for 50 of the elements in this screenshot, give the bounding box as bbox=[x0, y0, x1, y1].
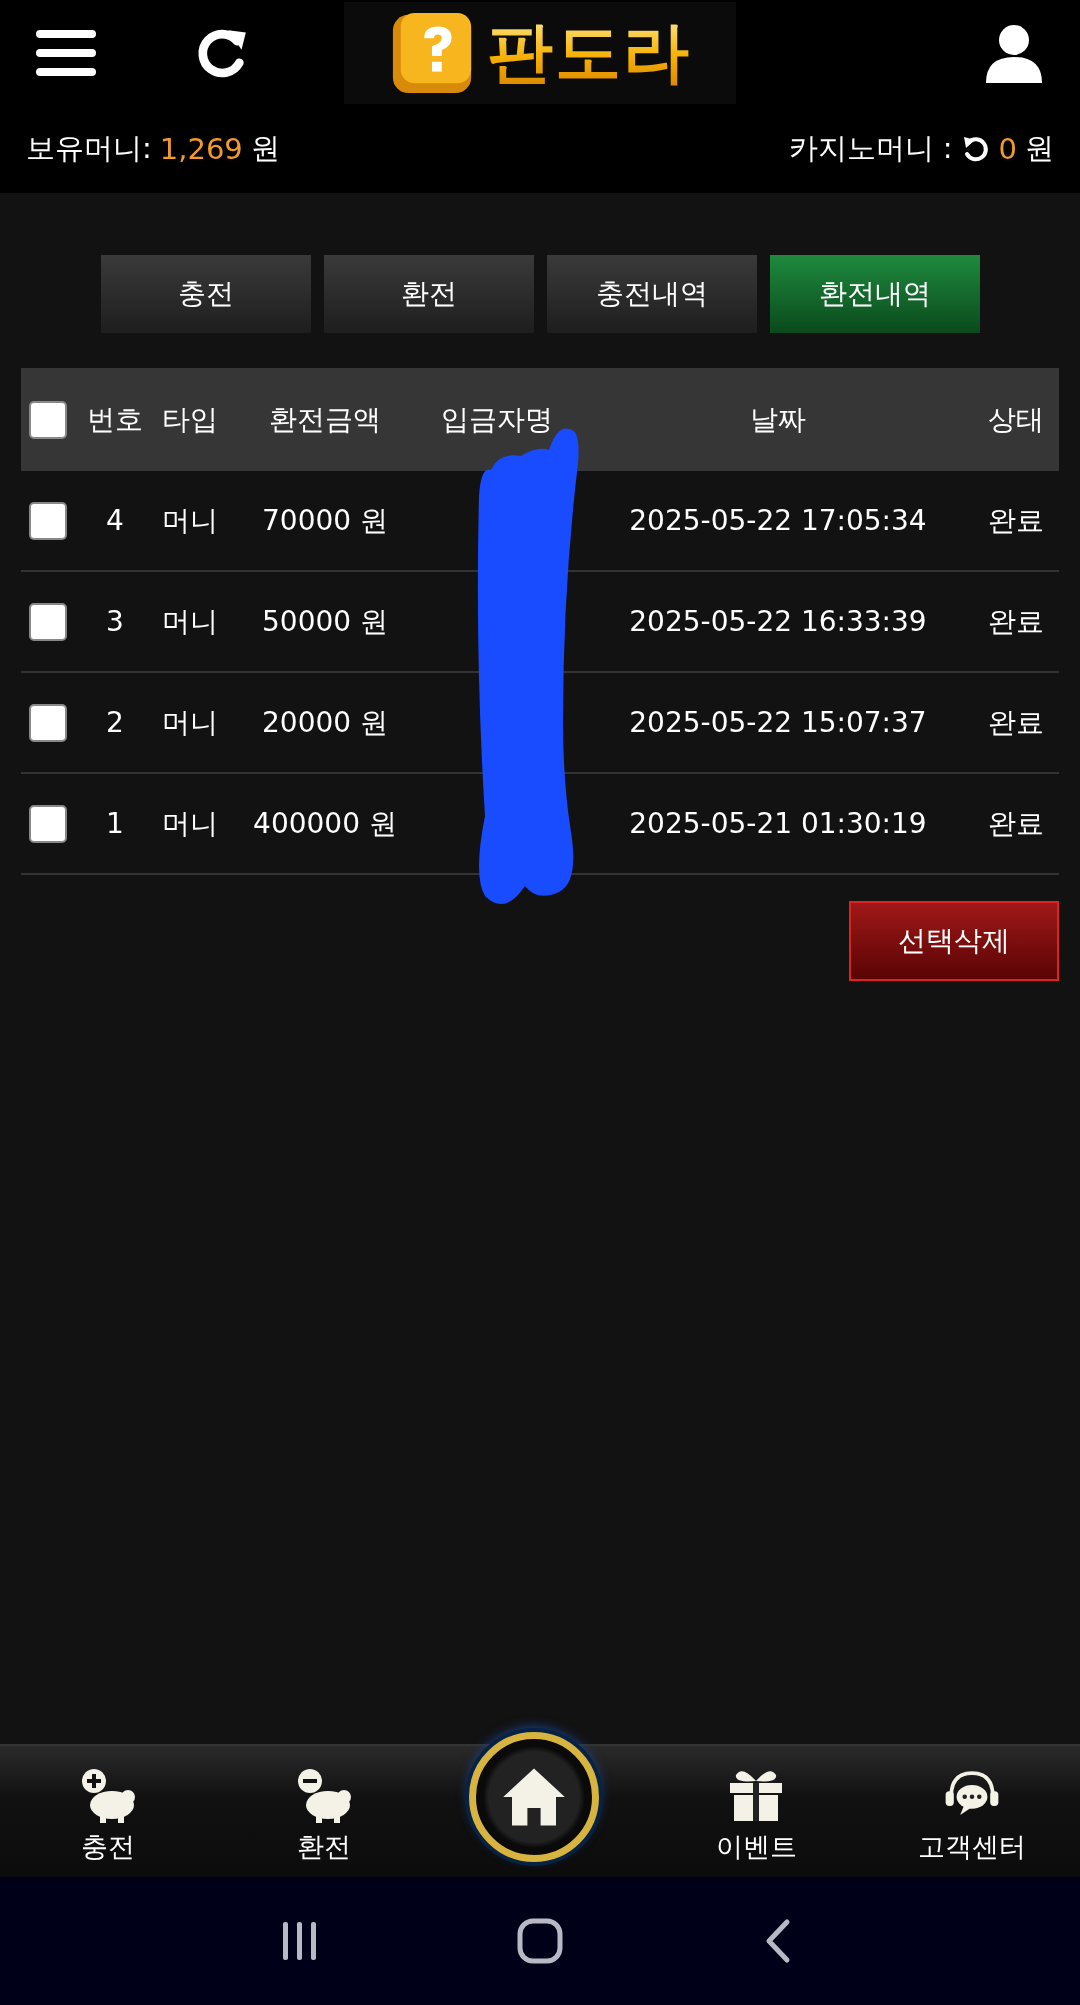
home-icon[interactable] bbox=[515, 1916, 565, 1966]
menu-icon[interactable] bbox=[36, 29, 96, 76]
column-header: 입금자명 bbox=[441, 401, 553, 438]
column-header: 상태 bbox=[988, 401, 1044, 438]
tab[interactable]: 충전내역 bbox=[546, 255, 757, 333]
column-header: 환전금액 bbox=[269, 401, 381, 438]
currency-unit: 원 bbox=[1025, 130, 1054, 167]
table-cell-text: 완료 bbox=[988, 603, 1044, 640]
table-cell-text: 완료 bbox=[988, 805, 1044, 842]
table-cell-text: 머니 bbox=[162, 704, 218, 741]
currency-unit: 원 bbox=[250, 130, 280, 167]
table-cell: 2025-05-22 16:33:39 bbox=[629, 605, 927, 638]
table-cell: 2 bbox=[106, 706, 124, 739]
home-icon bbox=[501, 1766, 567, 1828]
table-cell: 2025-05-22 15:07:37 bbox=[629, 706, 927, 739]
table-cell-text: 20000 원 bbox=[262, 704, 388, 741]
table-cell-text: 머니 bbox=[162, 502, 218, 539]
balance-label: 보유머니: bbox=[26, 130, 152, 167]
nav-item[interactable]: 충전 bbox=[0, 1767, 216, 1877]
row-checkbox[interactable] bbox=[29, 703, 67, 742]
tab[interactable]: 환전내역 bbox=[769, 255, 980, 333]
balance-label: 카지노머니 : bbox=[788, 130, 953, 167]
column-header: 번호 bbox=[87, 401, 143, 438]
select-all-checkbox[interactable] bbox=[29, 400, 67, 439]
row-checkbox[interactable] bbox=[29, 804, 67, 843]
table-cell-text: 머니 bbox=[162, 805, 218, 842]
table-cell-text: 완료 bbox=[988, 704, 1044, 741]
row-checkbox[interactable] bbox=[29, 501, 67, 540]
table-cell: 2025-05-22 17:05:34 bbox=[629, 504, 927, 537]
balance-value: 1,269 bbox=[159, 132, 243, 166]
balance-value: 0 bbox=[998, 132, 1017, 166]
delete-selected-button[interactable]: 선택삭제 bbox=[849, 901, 1059, 981]
nav-item[interactable]: 환전 bbox=[216, 1767, 432, 1877]
table-cell: 1 bbox=[106, 807, 124, 840]
table-cell: 2025-05-21 01:30:19 bbox=[629, 807, 927, 840]
nav-item[interactable]: 이벤트 bbox=[648, 1767, 864, 1877]
table-cell-text: 완료 bbox=[988, 502, 1044, 539]
column-header: 타입 bbox=[162, 401, 218, 438]
tab[interactable]: 충전 bbox=[100, 255, 311, 333]
row-checkbox[interactable] bbox=[29, 602, 67, 641]
table-cell-text: 50000 원 bbox=[262, 603, 388, 640]
table-cell: 3 bbox=[106, 605, 124, 638]
table-cell: 4 bbox=[106, 504, 124, 537]
table-cell-text: 70000 원 bbox=[262, 502, 388, 539]
column-header: 날짜 bbox=[750, 401, 806, 438]
nav-item[interactable]: 고객센터 bbox=[864, 1767, 1080, 1877]
table-cell-text: 400000 원 bbox=[253, 805, 397, 842]
table-cell-text: 머니 bbox=[162, 603, 218, 640]
logo[interactable]: 판도라 bbox=[344, 2, 736, 104]
tab[interactable]: 환전 bbox=[323, 255, 534, 333]
